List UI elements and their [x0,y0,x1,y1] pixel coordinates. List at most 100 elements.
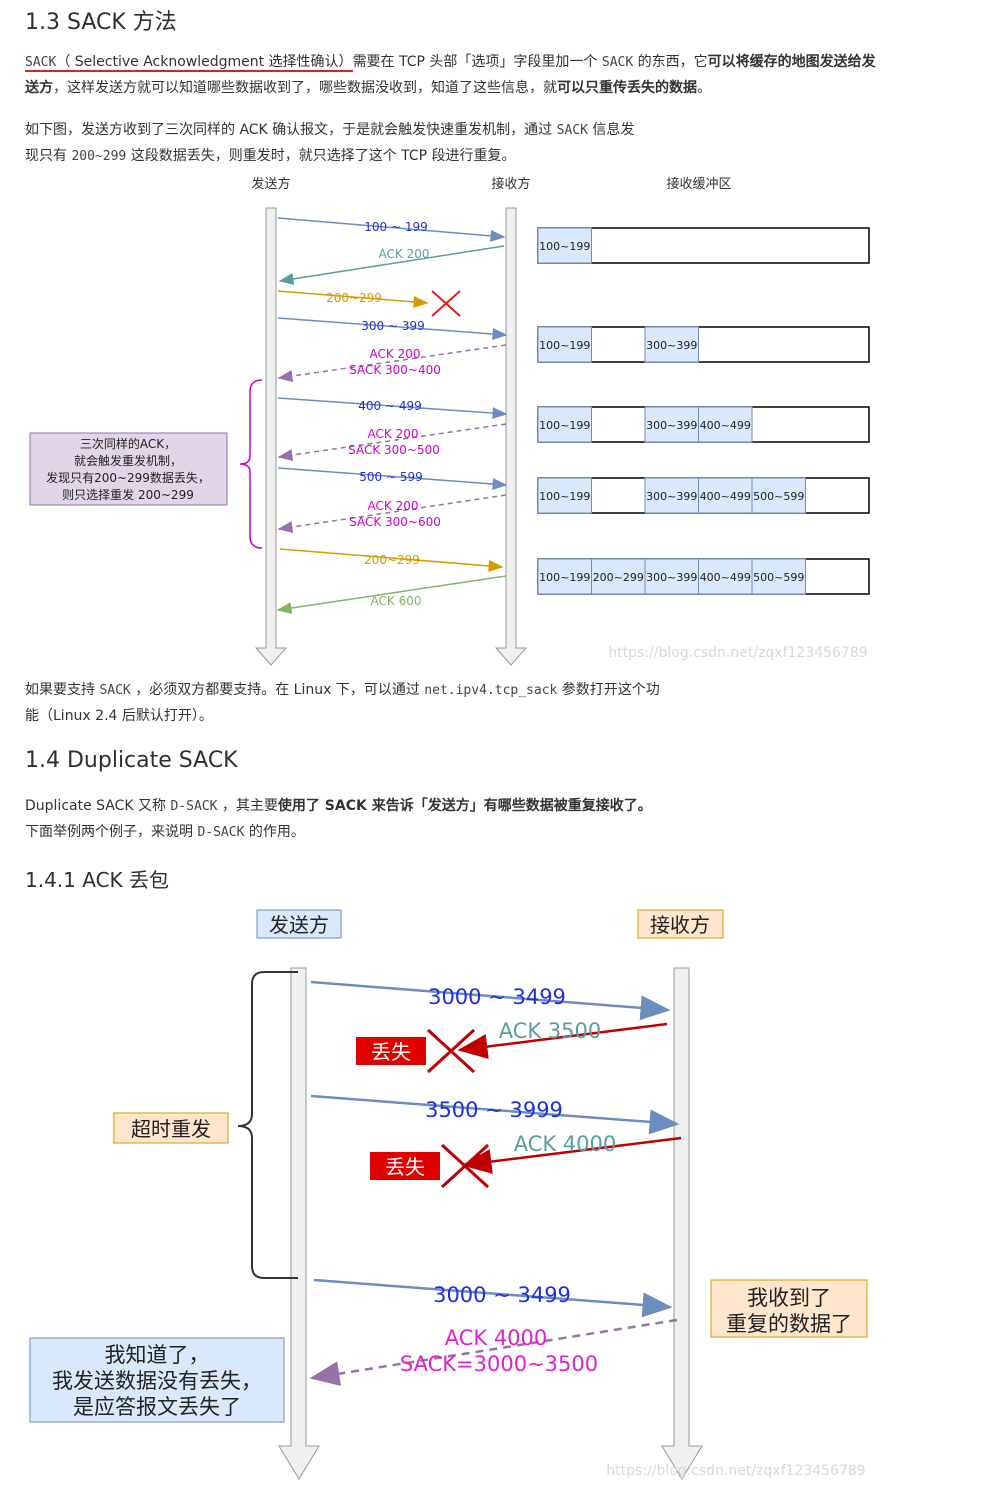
note-line: 就会触发重发机制， [74,453,182,468]
note-line: 三次同样的ACK， [80,436,176,451]
msg-label: ACK 200 [370,347,421,361]
buffer-cell-label: 100~199 [539,571,590,584]
inline-code: SACK [25,55,57,70]
note-line: 我发送数据没有丢失， [52,1369,262,1393]
watermark: https://blog.csdn.net/zqxf123456789 [608,645,867,661]
lost-cross-icon [426,1028,476,1074]
msg-label: 500 ~ 599 [359,470,423,484]
buffer-cell-label: 300~399 [646,490,697,503]
receiver-label: 接收方 [650,913,710,937]
bold-text: 使用了 SACK 来告诉「发送方」有哪些数据被重复接收了。 [277,798,652,814]
sender-label: 发送方 [269,913,329,937]
note-line: 重复的数据了 [726,1312,852,1336]
brace [237,971,298,1279]
buffer-cell-label: 300~399 [646,419,697,432]
text-span: （ Selective Acknowledgment 选择性确认） [56,54,353,70]
text-span: 需要在 TCP 头部「选项」字段里加一个 [352,54,602,70]
note-line: 发现只有200~299数据丢失， [46,470,210,485]
text-span: 能（Linux 2.4 后默认打开）。 [25,708,213,724]
ack-loss-diagram: 发送方 接收方 3000 ~ 3499 ACK 3500 丢失 3500 ~ 3… [29,909,868,1480]
inline-code: SACK [99,683,131,698]
buffer-cell-label: 100~199 [539,240,590,253]
text-span: 这段数据丢失，则重发时，就只选择了这个 TCP 段进行重复。 [126,148,516,164]
paragraph-fig-desc-line2: 现只有 200~299 这段数据丢失，则重发时，就只选择了这个 TCP 段进行重… [25,143,516,170]
section-title-1-4: 1.4 Duplicate SACK [25,748,238,773]
text-span: ，这样发送方就可以知道哪些数据收到了，哪些数据没收到，知道了这些信息，就 [53,80,557,96]
text-span: 。 [697,80,711,96]
paragraph-linux-line1: 如果要支持 SACK ，必须双方都要支持。在 Linux 下，可以通过 net.… [25,677,660,704]
msg-label: ACK 3500 [499,1019,602,1043]
paragraph-dsack-line1: Duplicate SACK 又称 D-SACK ，其主要使用了 SACK 来告… [25,793,652,820]
text-span: 信息发 [587,122,635,138]
inline-code: D-SACK [197,825,245,840]
buffer-cell-label: 100~199 [539,490,590,503]
msg-label: 3000 ~ 3499 [433,1283,571,1307]
sack-diagram: 发送方 接收方 接收缓冲区 100 ~ 199 ACK 200 200~299 … [29,176,870,666]
msg-label: ACK 4000 [445,1326,548,1350]
brace [239,379,263,549]
buffer-cell-label: 300~399 [646,339,697,352]
text-span: 的东西，它 [633,54,708,70]
inline-code: SACK [556,123,588,138]
bold-text: 可以将缓存的地图发送给发 [707,54,876,70]
msg-label: 400 ~ 499 [358,399,422,413]
text-span: Duplicate SACK 又称 [25,798,171,814]
buffer-cell-label: 100~199 [539,339,590,352]
msg-label: ACK 600 [371,594,422,608]
buffer-cell-label: 500~599 [753,571,804,584]
note-line: 则只选择重发 200~299 [62,487,194,502]
buffer-cell-label: 400~499 [700,490,751,503]
text-span: 的作用。 [244,824,305,840]
msg-label: 200~299 [326,291,382,305]
paragraph-sack-intro-line1: SACK（ Selective Acknowledgment 选择性确认）需要在… [25,49,876,76]
sender-label: 发送方 [251,176,290,192]
receiver-label: 接收方 [491,176,530,192]
msg-label: 300 ~ 399 [361,319,425,333]
note-line: 我知道了， [105,1343,210,1367]
paragraph-fig-desc-line1: 如下图，发送方收到了三次同样的 ACK 确认报文，于是就会触发快速重发机制，通过… [25,117,634,144]
inline-code: net.ipv4.tcp_sack [424,683,558,698]
buffer-cell-label: 400~499 [700,419,751,432]
buffer-cell-label: 400~499 [700,571,751,584]
sender-lifeline [278,967,320,1480]
receiver-lifeline [661,967,703,1480]
bold-text: 可以只重传丢失的数据 [557,80,697,96]
buffer-cell-label: 200~299 [593,571,644,584]
msg-label: SACK 300~400 [349,363,441,377]
section-title-1-4-1: 1.4.1 ACK 丢包 [25,868,170,892]
lost-cross-icon [431,290,461,317]
paragraph-sack-intro-line2: 送方，这样发送方就可以知道哪些数据收到了，哪些数据没收到，知道了这些信息，就可以… [25,75,711,101]
msg-label: ACK 200 [368,499,419,513]
text-span: 下面举例两个例子，来说明 [25,824,198,840]
buffer-cell-label: 500~599 [753,490,804,503]
buffer-label: 接收缓冲区 [666,176,731,192]
lost-label: 丢失 [385,1155,425,1179]
msg-label: ACK 200 [379,247,430,261]
text-span: 如下图，发送方收到了三次同样的 ACK 确认报文，于是就会触发快速重发机制，通过 [25,122,557,138]
msg-label: SACK 300~600 [349,515,441,529]
text-span: ，其主要 [217,798,278,814]
msg-label: 3000 ~ 3499 [428,985,566,1009]
inline-code: SACK [601,55,634,70]
msg-label: 200~299 [364,553,420,567]
note-line: 是应答报文丢失了 [73,1395,241,1419]
bold-text: 送方 [25,80,53,96]
lost-cross-icon [440,1143,490,1189]
paragraph-dsack-line2: 下面举例两个例子，来说明 D-SACK 的作用。 [25,819,305,846]
text-span: 现只有 [25,148,72,164]
timeout-label: 超时重发 [131,1117,211,1141]
msg-label: SACK=3000~3500 [400,1352,598,1376]
buffer-cell-label: 100~199 [539,419,590,432]
text-span: 参数打开这个功 [557,682,660,698]
msg-label: ACK 200 [368,427,419,441]
msg-label: 3500 ~ 3999 [425,1098,563,1122]
msg-label: SACK 300~500 [348,443,440,457]
msg-label: ACK 4000 [514,1132,617,1156]
msg-label: 100 ~ 199 [364,220,428,234]
text-span: ，必须双方都要支持。在 Linux 下，可以通过 [130,682,425,698]
section-title-1-3: 1.3 SACK 方法 [25,10,177,35]
receiver-lifeline [494,207,528,666]
lost-label: 丢失 [371,1040,411,1064]
text-span: 如果要支持 [25,682,100,698]
receive-buffers: 100~199100~199 300~399100~199 300~399 400~4… [537,227,870,595]
